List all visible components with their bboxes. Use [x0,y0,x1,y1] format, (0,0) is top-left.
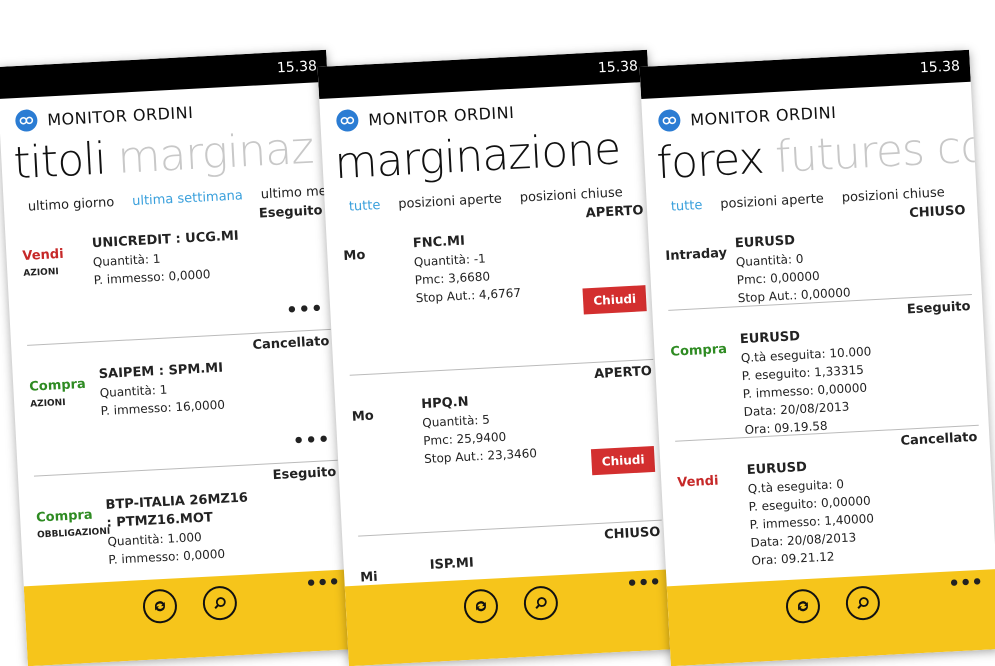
position-detail: ISP.MI [429,555,474,575]
phone-screen-marginazione: 15.38 MONITOR ORDINI marginazione tutte … [317,49,679,666]
position-detail: FNC.MI Quantità: -1 Pmc: 3,6680 Stop Aut… [412,230,522,307]
order-list: Eseguito Vendi AZIONI UNICREDIT : UCG.MI… [4,199,354,608]
pivot-titoli[interactable]: titoli [12,133,107,189]
search-button[interactable] [202,585,238,621]
appbar-more-icon[interactable]: ••• [305,572,341,595]
side-label: Mo [343,247,366,264]
app-logo-icon [14,108,38,133]
refresh-icon [475,601,486,612]
pivot-marginazione[interactable]: marginaz [116,123,314,184]
search-button[interactable] [523,585,559,621]
position-item[interactable]: APERTO Mo HPQ.N Quantità: 5 Pmc: 25,9400… [349,359,662,537]
app-title: MONITOR ORDINI [367,102,515,129]
app-bar: ••• [666,569,995,666]
order-detail: UNICREDIT : UCG.MI Quantità: 1 P. immess… [91,228,241,290]
status-label: APERTO [593,363,653,382]
status-label: Eseguito [258,203,323,222]
position-item[interactable]: APERTO Mo FNC.MI Quantità: -1 Pmc: 3,668… [341,199,654,376]
status-label: Cancellato [900,429,978,449]
clock: 15.38 [597,58,639,77]
side-label: Compra [28,376,87,395]
forex-detail: EURUSD Q.tà eseguita: 10.000 P. eseguito… [739,324,875,439]
side-label: Mo [351,408,375,425]
appbar-more-icon[interactable]: ••• [626,572,662,595]
appbar-more-icon[interactable]: ••• [948,572,984,595]
filter-tutte[interactable]: tutte [671,198,703,215]
forex-item[interactable]: Cancellato Vendi EURUSD Q.tà eseguita: 0… [675,426,985,572]
side-label: Intraday [665,245,728,264]
order-detail: SAIPEM : SPM.MI Quantità: 1 P. immesso: … [98,360,225,420]
app-title: MONITOR ORDINI [46,102,194,129]
side-label: Vendi [22,246,64,264]
filter-tutte[interactable]: tutte [349,198,381,215]
order-item[interactable]: Cancellato Compra AZIONI SAIPEM : SPM.MI… [27,329,338,477]
pivot-futures[interactable]: futures co [774,121,976,183]
status-label: CHIUSO [908,203,966,222]
chiudi-button[interactable]: Chiudi [582,285,647,315]
category-label: AZIONI [29,397,66,410]
side-label: Vendi [676,473,719,491]
category-label: AZIONI [23,267,59,279]
side-label: Compra [670,341,728,360]
status-label: CHIUSO [603,524,661,543]
app-logo-icon [657,108,681,133]
refresh-button[interactable] [142,588,178,625]
forex-detail: EURUSD Q.tà eseguita: 0 P. eseguito: 0,0… [746,455,876,569]
search-icon [535,597,547,610]
status-label: Eseguito [906,299,971,318]
category-label: OBBLIGAZIONI [36,526,111,541]
search-icon [857,597,869,610]
status-label: APERTO [585,203,644,222]
phone-screen-forex: 15.38 MONITOR ORDINI forex futures co tut… [639,49,995,666]
instrument-name: ISP.MI [429,555,475,573]
forex-item[interactable]: Eseguito Compra EURUSD Q.tà eseguita: 10… [668,294,979,442]
pivot-forex[interactable]: forex [655,133,764,190]
more-icon[interactable]: ••• [286,298,325,321]
search-icon [214,597,226,610]
chiudi-button[interactable]: Chiudi [591,445,656,476]
clock: 15.38 [276,58,318,77]
app-bar: ••• [344,569,679,666]
order-detail: BTP-ITALIA 26MZ16 : PTMZ16.MOT Quantità:… [105,489,259,569]
status-label: Eseguito [272,464,337,484]
order-item[interactable]: Eseguito Vendi AZIONI UNICREDIT : UCG.MI… [20,199,331,346]
more-icon[interactable]: ••• [292,429,331,452]
side-label: Mi [359,569,379,586]
status-label: Cancellato [252,334,330,354]
side-label: Compra [35,507,94,526]
forex-item[interactable]: CHIUSO Intraday EURUSD Quantità: 0 Pmc: … [663,199,972,311]
forex-list: CHIUSO Intraday EURUSD Quantità: 0 Pmc: … [647,199,995,573]
app-bar: ••• [23,569,358,666]
refresh-button[interactable] [463,588,499,625]
position-detail: HPQ.N Quantità: 5 Pmc: 25,9400 Stop Aut.… [421,390,538,468]
app-title: MONITOR ORDINI [689,102,837,129]
app-logo-icon [335,108,359,133]
refresh-icon [797,601,808,612]
phone-screen-titoli: 15.38 MONITOR ORDINI titoli marginaz ulti… [0,49,358,666]
pivot-marginazione[interactable]: marginazione [333,123,621,189]
search-button[interactable] [845,585,881,621]
forex-detail: EURUSD Quantità: 0 Pmc: 0,00000 Stop Aut… [734,229,851,307]
refresh-button[interactable] [785,588,821,625]
refresh-icon [154,601,165,612]
clock: 15.38 [919,58,961,77]
